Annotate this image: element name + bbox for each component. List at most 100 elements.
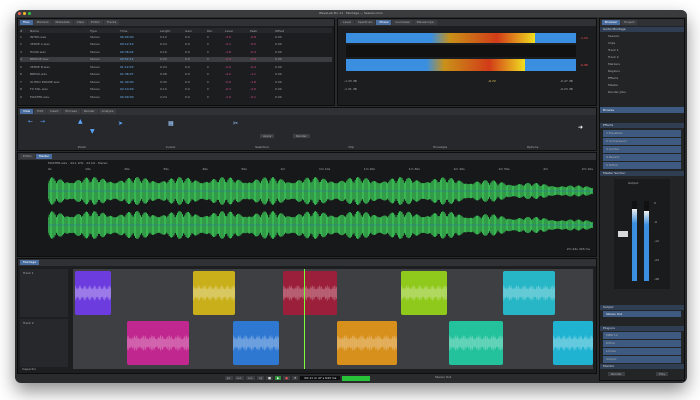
tree-item[interactable]: Render Jobs bbox=[608, 89, 626, 96]
apply-button[interactable]: Apply bbox=[260, 134, 275, 138]
time-display[interactable]: 00:11 m 47 s 643 ms bbox=[300, 376, 341, 380]
master-header[interactable]: Master Section bbox=[600, 171, 684, 176]
play-button[interactable]: ▶ bbox=[274, 376, 282, 380]
track-header-2[interactable]: Track 2 bbox=[20, 319, 68, 367]
tab-level[interactable]: Level bbox=[340, 20, 354, 25]
table-row[interactable]: 7 OUTRO DRONE.wav Stereo 01:44:00 0:30 0.0 C -5… bbox=[20, 79, 332, 84]
col-offset[interactable]: Offset bbox=[275, 29, 300, 33]
fx-slot[interactable]: 4 Reverb bbox=[603, 154, 681, 161]
inspector-tab[interactable]: Inspector bbox=[22, 367, 36, 371]
table-row[interactable]: 1 INTRO.wav Stereo 00:00:00 0:12 0.0 C -3.0 -0.8… bbox=[20, 34, 332, 39]
table-row[interactable]: 9 MASTER.wav Stereo 00:00:00 2:24 0.0 C -1.0 -0.… bbox=[20, 94, 332, 99]
montage-clip[interactable] bbox=[449, 321, 503, 365]
col-num[interactable]: # bbox=[20, 29, 30, 33]
montage-clip[interactable] bbox=[503, 271, 555, 315]
tab-files[interactable]: Files bbox=[20, 20, 33, 25]
tab-process[interactable]: Process bbox=[62, 109, 80, 114]
plugin-slot[interactable]: Output bbox=[603, 356, 681, 363]
table-row[interactable]: 8 FX TAIL.wav Stereo 02:14:09 0:10 0.0 C -6.3 -2… bbox=[20, 87, 332, 92]
tab-phase[interactable]: Phase bbox=[376, 20, 392, 25]
tab-analyze[interactable]: Analyze bbox=[98, 109, 117, 114]
montage-clip[interactable] bbox=[337, 321, 397, 365]
tab-wave-editor[interactable]: Editor bbox=[20, 154, 35, 159]
montage-clip[interactable] bbox=[553, 321, 593, 365]
tab-tracks[interactable]: Tracks bbox=[103, 20, 120, 25]
col-length[interactable]: Length bbox=[160, 29, 185, 33]
montage-clip[interactable] bbox=[75, 271, 111, 315]
col-type[interactable]: Type bbox=[90, 29, 120, 33]
table-row[interactable]: 2 VERSE A.wav Stereo 00:12:10 0:24 0.0 C -2.1 -0… bbox=[20, 42, 332, 47]
plugins-header[interactable]: Plug-ins bbox=[600, 326, 684, 331]
tree-item[interactable]: Track 2 bbox=[608, 54, 626, 61]
tab-view[interactable]: View bbox=[20, 109, 34, 114]
fx-slot[interactable]: 5 Dither bbox=[603, 162, 681, 169]
tree-item[interactable]: Master bbox=[608, 82, 626, 89]
selection-icon[interactable]: ▦ bbox=[168, 120, 174, 128]
time-ruler[interactable]: 0s 10s 20s 30s 40s 50s 1m 1m 10s 1m 20s 1m 30s 1m … bbox=[48, 167, 593, 172]
play-cursor[interactable] bbox=[304, 269, 305, 369]
col-pan[interactable]: Pan bbox=[207, 29, 225, 33]
col-level[interactable]: Level bbox=[225, 29, 250, 33]
tab-montage[interactable]: Montage bbox=[20, 260, 40, 265]
fx-slot[interactable]: 3 Limiter bbox=[603, 146, 681, 153]
tab-wavescope[interactable]: Wavescope bbox=[413, 20, 437, 25]
footer-play-button[interactable]: Play bbox=[656, 372, 669, 376]
fx-slot[interactable]: 2 Compressor bbox=[603, 138, 681, 145]
tab-metadata[interactable]: Metadata bbox=[52, 20, 73, 25]
tab-edit[interactable]: Edit bbox=[34, 109, 46, 114]
tab-markers[interactable]: Markers bbox=[33, 20, 52, 25]
track-header-1[interactable]: Track 1 bbox=[20, 269, 68, 317]
table-row[interactable]: 6 BREAK.wav Stereo 01:36:07 0:08 0.0 C -4.2 -1.1… bbox=[20, 72, 332, 77]
rewind-button[interactable]: << bbox=[234, 376, 244, 380]
zoom-out-icon[interactable]: ▼ bbox=[90, 128, 95, 136]
forward-arrow-icon[interactable]: → bbox=[40, 118, 45, 126]
plugin-slot[interactable]: Dither bbox=[603, 340, 681, 347]
montage-clip[interactable] bbox=[127, 321, 189, 365]
col-peak[interactable]: Peak bbox=[250, 29, 275, 33]
tab-browser[interactable]: Browser bbox=[602, 20, 621, 25]
fader-handle[interactable] bbox=[618, 231, 628, 237]
tab-insert[interactable]: Insert bbox=[46, 109, 62, 114]
plugin-slot[interactable]: Limiter bbox=[603, 348, 681, 355]
go-end-button[interactable]: >| bbox=[256, 376, 265, 380]
tab-spectrum[interactable]: Spectrum bbox=[354, 20, 376, 25]
zoom-in-icon[interactable]: ▲ bbox=[78, 118, 83, 126]
montage-clip[interactable] bbox=[233, 321, 279, 365]
col-name[interactable]: Name bbox=[30, 29, 90, 33]
output-header[interactable]: Output bbox=[600, 305, 684, 310]
col-gain[interactable]: Gain bbox=[185, 29, 207, 33]
tab-wave-master[interactable]: Master bbox=[35, 154, 53, 159]
tree-item[interactable]: Session bbox=[608, 33, 626, 40]
tree-item[interactable]: Track 1 bbox=[608, 47, 626, 54]
go-start-button[interactable]: |< bbox=[225, 376, 233, 380]
clip-icon[interactable]: ✂ bbox=[233, 120, 238, 128]
table-row[interactable]: 4 BRIDGE.wav Stereo 00:52:11 0:20 0.0 C -2.4 -0.… bbox=[20, 56, 332, 62]
loop-button[interactable]: ↺ bbox=[291, 376, 299, 380]
col-time[interactable]: Time bbox=[120, 29, 160, 33]
montage-clip[interactable] bbox=[193, 271, 235, 315]
tab-loudness[interactable]: Loudness bbox=[392, 20, 413, 25]
render-button[interactable]: Render bbox=[293, 134, 310, 138]
tree-item[interactable]: Markers bbox=[608, 61, 626, 68]
table-row[interactable]: 3 HOOK.wav Stereo 00:36:02 0:16 0.0 C -1.8 -0.3 0… bbox=[20, 49, 332, 54]
waveform-display[interactable] bbox=[48, 173, 593, 243]
tab-project[interactable]: Project bbox=[621, 20, 638, 25]
stop-button[interactable]: ■ bbox=[266, 376, 273, 380]
tab-clips[interactable]: Clips bbox=[73, 20, 87, 25]
tree-item[interactable]: Clips bbox=[608, 40, 626, 47]
tree-item[interactable]: Regions bbox=[608, 68, 626, 75]
montage-clip[interactable] bbox=[401, 271, 447, 315]
cursor-icon[interactable]: ➤ bbox=[118, 120, 123, 128]
plugin-slot[interactable]: MBD 12 bbox=[603, 332, 681, 339]
tab-editor[interactable]: Editor bbox=[87, 20, 103, 25]
table-row[interactable]: 5 VERSE B.wav Stereo 01:12:03 0:24 0.0 C -2.0 -0… bbox=[20, 64, 332, 69]
render-icon[interactable]: ➜ bbox=[578, 124, 583, 132]
tree-header[interactable]: Audio Montage bbox=[600, 27, 684, 32]
tab-render[interactable]: Render bbox=[80, 109, 98, 114]
forward-button[interactable]: >> bbox=[245, 376, 255, 380]
footer-render-button[interactable]: Render bbox=[608, 372, 625, 376]
fx-slot[interactable]: 1 Equalizer bbox=[603, 130, 681, 137]
output-item[interactable]: Stereo Out bbox=[603, 311, 681, 317]
back-arrow-icon[interactable]: ← bbox=[28, 118, 33, 126]
fx-header[interactable]: Effects bbox=[600, 123, 684, 128]
